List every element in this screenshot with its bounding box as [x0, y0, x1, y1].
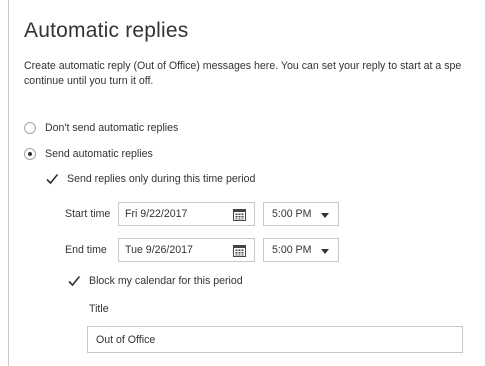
radio-send[interactable]: Send automatic replies [24, 148, 153, 160]
end-date-field[interactable]: Tue 9/26/2017 [118, 238, 255, 262]
page-description: Create automatic reply (Out of Office) m… [24, 59, 485, 89]
start-date-value: Fri 9/22/2017 [125, 208, 188, 220]
end-date-value: Tue 9/26/2017 [125, 244, 193, 256]
page-title: Automatic replies [24, 19, 189, 42]
chevron-down-icon [321, 213, 329, 218]
end-time-label: End time [65, 244, 107, 256]
time-period-checkbox-row[interactable]: Send replies only during this time perio… [45, 172, 255, 186]
time-period-checkbox-label: Send replies only during this time perio… [67, 173, 256, 185]
chevron-down-icon [321, 249, 329, 254]
checkmark-icon [68, 275, 81, 287]
start-time-dropdown[interactable]: 5:00 PM [263, 202, 339, 226]
start-time-value: 5:00 PM [272, 208, 312, 220]
calendar-icon[interactable] [233, 244, 246, 257]
block-calendar-checkbox[interactable] [67, 274, 81, 288]
start-date-field[interactable]: Fri 9/22/2017 [118, 202, 255, 226]
title-input[interactable] [87, 326, 463, 353]
title-label: Title [89, 303, 109, 315]
radio-send-label: Send automatic replies [45, 148, 153, 160]
start-time-label: Start time [65, 208, 111, 220]
checkmark-icon [46, 173, 59, 185]
radio-dont-send-label: Don't send automatic replies [45, 122, 179, 134]
radio-dont-send-indicator[interactable] [24, 122, 36, 134]
radio-send-indicator[interactable] [24, 148, 36, 160]
description-line-1: Create automatic reply (Out of Office) m… [24, 60, 462, 72]
end-time-value: 5:00 PM [272, 244, 312, 256]
calendar-icon[interactable] [233, 208, 246, 221]
block-calendar-label: Block my calendar for this period [89, 275, 243, 287]
end-time-dropdown[interactable]: 5:00 PM [263, 238, 339, 262]
radio-dont-send[interactable]: Don't send automatic replies [24, 122, 178, 134]
description-line-2: continue until you turn it off. [24, 75, 154, 87]
time-period-checkbox[interactable] [45, 172, 59, 186]
block-calendar-checkbox-row[interactable]: Block my calendar for this period [67, 274, 243, 288]
